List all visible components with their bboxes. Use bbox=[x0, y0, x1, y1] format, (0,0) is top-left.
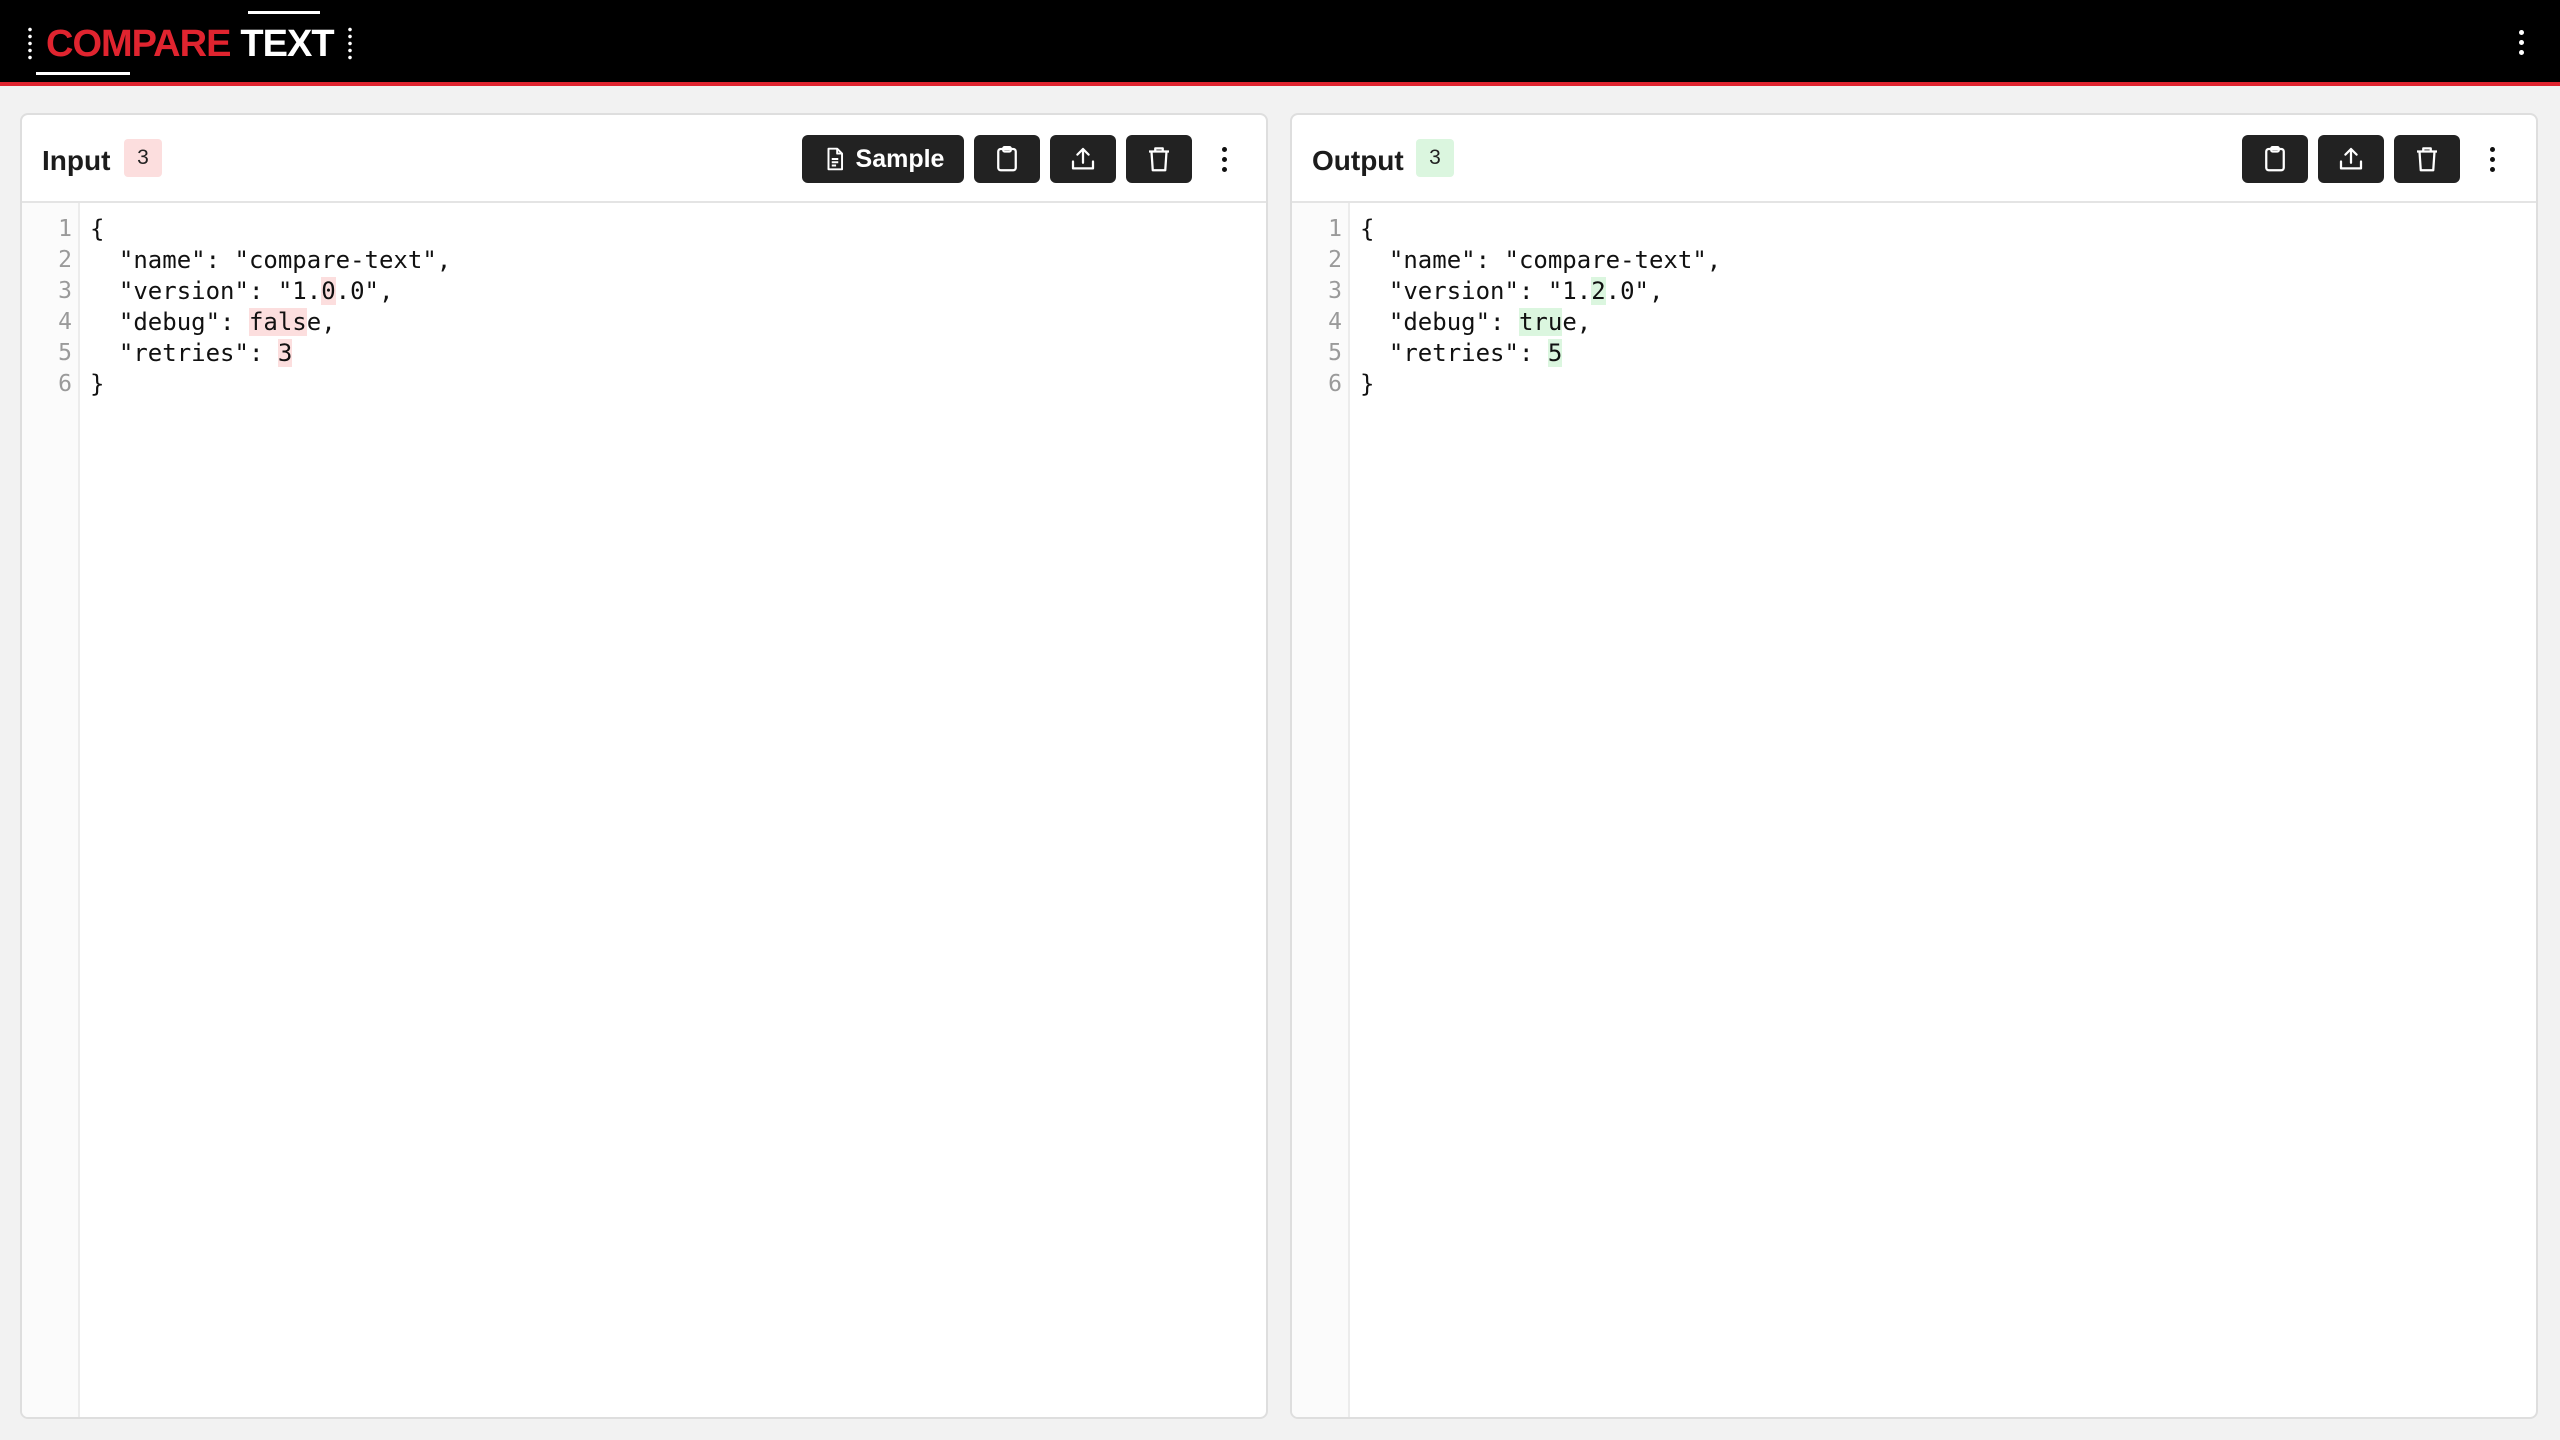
code-text: "version": "1. bbox=[90, 277, 322, 305]
code-line: "debug": true, bbox=[1360, 307, 1591, 338]
code-text: "name": "compare-text", bbox=[1360, 246, 1722, 274]
code-line: { bbox=[1360, 214, 1374, 245]
trash-icon bbox=[2417, 147, 2437, 172]
input-panel-header: Input 3 Sample bbox=[22, 115, 1266, 203]
output-code[interactable]: { "name": "compare-text", "version": "1.… bbox=[1360, 203, 1721, 451]
output-clear-button[interactable] bbox=[2394, 135, 2460, 183]
input-editor[interactable]: 1 2 3 4 5 6 { "name": "compare-text", "v… bbox=[22, 203, 1266, 1417]
input-line-gutter: 1 2 3 4 5 6 bbox=[22, 203, 80, 1417]
input-diff-count-badge: 3 bbox=[124, 139, 162, 177]
deleted-text: fals bbox=[248, 308, 307, 336]
code-text: e, bbox=[1562, 308, 1592, 336]
input-kebab-menu-icon[interactable] bbox=[1212, 141, 1236, 177]
logo-left-dots bbox=[28, 26, 32, 62]
code-line: "name": "compare-text", bbox=[90, 245, 451, 276]
input-panel: Input 3 Sample 1 2 3 4 5 6 {"name": "co… bbox=[20, 113, 1268, 1419]
code-text: "debug": bbox=[1360, 308, 1519, 336]
header-menu-icon[interactable] bbox=[2506, 24, 2536, 60]
code-text: "name": "compare-text", bbox=[90, 246, 452, 274]
sample-button-label: Sample bbox=[855, 144, 945, 173]
code-line: "retries": 3 bbox=[90, 338, 293, 369]
code-text: "retries": bbox=[90, 339, 278, 367]
code-text: e, bbox=[306, 308, 336, 336]
code-text: } bbox=[90, 370, 105, 398]
input-upload-button[interactable] bbox=[1050, 135, 1116, 183]
code-line: "name": "compare-text", bbox=[1360, 245, 1721, 276]
input-paste-button[interactable] bbox=[974, 135, 1040, 183]
output-line-gutter: 1 2 3 4 5 6 bbox=[1292, 203, 1350, 1417]
line-number: 6 bbox=[58, 371, 72, 397]
line-number: 3 bbox=[58, 278, 72, 304]
code-text: { bbox=[90, 215, 105, 243]
code-text: "retries": bbox=[1360, 339, 1548, 367]
output-panel: Output 3 1 2 3 4 5 6 {"name": "compare-… bbox=[1290, 113, 2538, 1419]
code-text: "debug": bbox=[90, 308, 249, 336]
logo-text-text: TEXT bbox=[240, 11, 335, 65]
code-text: .0", bbox=[335, 277, 394, 305]
line-number: 2 bbox=[1328, 247, 1342, 273]
line-number: 6 bbox=[1328, 371, 1342, 397]
line-number: 1 bbox=[1328, 216, 1342, 242]
code-line: } bbox=[1360, 369, 1374, 400]
code-line: } bbox=[90, 369, 104, 400]
line-number: 5 bbox=[58, 340, 72, 366]
app-header: COMPARE TEXT bbox=[0, 0, 2560, 86]
code-text: .0", bbox=[1605, 277, 1664, 305]
input-title: Input bbox=[42, 145, 111, 176]
code-line: "retries": 5 bbox=[1360, 338, 1563, 369]
input-clear-button[interactable] bbox=[1126, 135, 1192, 183]
output-editor[interactable]: 1 2 3 4 5 6 { "name": "compare-text", "v… bbox=[1292, 203, 2536, 1417]
line-number: 1 bbox=[58, 216, 72, 242]
code-line: "version": "1.2.0", bbox=[1360, 276, 1663, 307]
clipboard-icon bbox=[2265, 146, 2285, 172]
line-number: 4 bbox=[1328, 309, 1342, 335]
clipboard-icon bbox=[997, 146, 1017, 172]
code-text: { bbox=[1360, 215, 1375, 243]
code-line: "version": "1.0.0", bbox=[90, 276, 393, 307]
line-number: 4 bbox=[58, 309, 72, 335]
code-text: } bbox=[1360, 370, 1375, 398]
document-icon bbox=[827, 147, 843, 171]
output-panel-header: Output 3 bbox=[1292, 115, 2536, 203]
code-text: "version": "1. bbox=[1360, 277, 1592, 305]
trash-icon bbox=[1149, 147, 1169, 172]
code-line: "debug": false, bbox=[90, 307, 336, 338]
inserted-text: 5 bbox=[1547, 339, 1563, 367]
input-code[interactable]: { "name": "compare-text", "version": "1.… bbox=[90, 203, 451, 451]
inserted-text: 2 bbox=[1591, 277, 1606, 305]
logo-compare-text: COMPARE bbox=[35, 23, 231, 75]
line-number: 3 bbox=[1328, 278, 1342, 304]
output-title: Output bbox=[1312, 145, 1404, 176]
output-upload-button[interactable] bbox=[2318, 135, 2384, 183]
deleted-text: 3 bbox=[277, 339, 293, 367]
output-kebab-menu-icon[interactable] bbox=[2480, 141, 2504, 177]
logo-right-dots bbox=[347, 26, 352, 62]
upload-icon bbox=[2339, 147, 2363, 170]
sample-button[interactable]: Sample bbox=[802, 135, 964, 183]
deleted-text: 0 bbox=[321, 277, 336, 305]
app-logo[interactable]: COMPARE TEXT bbox=[28, 11, 352, 75]
inserted-text: tru bbox=[1518, 308, 1563, 336]
output-diff-count-badge: 3 bbox=[1416, 139, 1454, 177]
upload-icon bbox=[1071, 147, 1095, 170]
line-number: 2 bbox=[58, 247, 72, 273]
line-number: 5 bbox=[1328, 340, 1342, 366]
code-line: { bbox=[90, 214, 104, 245]
output-paste-button[interactable] bbox=[2242, 135, 2308, 183]
